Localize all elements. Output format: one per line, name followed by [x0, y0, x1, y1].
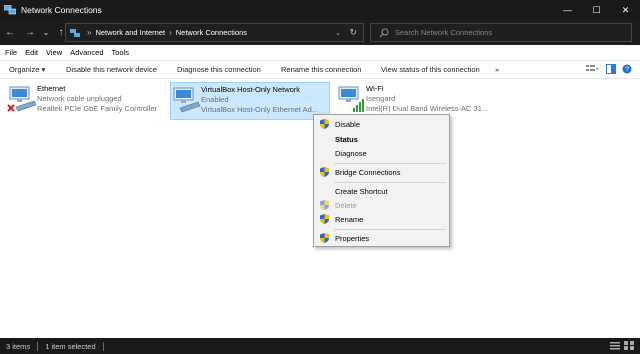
- context-menu-properties[interactable]: Properties: [314, 231, 449, 245]
- context-menu-diagnose[interactable]: Diagnose: [314, 146, 449, 160]
- breadcrumb-network-connections[interactable]: Network Connections: [176, 28, 247, 37]
- help-icon[interactable]: ?: [622, 64, 632, 76]
- view-status-button[interactable]: View status of this connection: [381, 65, 480, 74]
- breadcrumb-network-and-internet[interactable]: Network and Internet: [95, 28, 165, 37]
- connection-device: VirtualBox Host-Only Ethernet Ad...: [201, 105, 319, 114]
- preview-pane-icon[interactable]: [606, 64, 616, 76]
- context-menu-label: Properties: [335, 233, 370, 243]
- connection-status: Enabled: [201, 95, 229, 104]
- context-menu-separator: [334, 182, 446, 183]
- menu-bar: File Edit View Advanced Tools: [0, 45, 640, 60]
- address-bar-row: ← → ⌄ ↑ » Network and Internet › Network…: [0, 20, 640, 45]
- forward-button[interactable]: →: [23, 23, 37, 43]
- more-commands-button[interactable]: »: [495, 65, 499, 74]
- context-menu-delete: Delete: [314, 198, 449, 212]
- selection-count: 1 item selected: [45, 341, 96, 351]
- connection-item-ethernet[interactable]: Ethernet Network cable unplugged Realtek…: [7, 82, 165, 120]
- maximize-button[interactable]: ☐: [582, 0, 611, 20]
- title-bar: Network Connections — ☐ ✕: [0, 0, 640, 20]
- uac-shield-icon: [320, 214, 329, 224]
- context-menu-label: Status: [335, 134, 358, 144]
- menu-advanced[interactable]: Advanced: [66, 48, 107, 57]
- breadcrumb-overflow[interactable]: »: [87, 28, 91, 37]
- connection-status: Network cable unplugged: [37, 94, 122, 103]
- menu-view[interactable]: View: [42, 48, 66, 57]
- command-bar: Organize ▾ Disable this network device D…: [0, 60, 640, 79]
- context-menu-label: Delete: [335, 200, 357, 210]
- ethernet-adapter-icon: [171, 85, 201, 117]
- close-button[interactable]: ✕: [611, 0, 640, 20]
- connection-name: VirtualBox Host-Only Network: [201, 85, 301, 94]
- uac-shield-icon: [320, 119, 329, 129]
- disable-device-button[interactable]: Disable this network device: [66, 65, 157, 74]
- context-menu-label: Diagnose: [335, 148, 367, 158]
- context-menu-label: Disable: [335, 119, 361, 129]
- context-menu: Disable Status Diagnose Bridge Connectio…: [313, 114, 450, 247]
- back-button[interactable]: ←: [3, 23, 17, 43]
- context-menu-separator: [334, 163, 446, 164]
- context-menu-separator: [334, 229, 446, 230]
- uac-shield-icon: [320, 200, 329, 210]
- search-placeholder: Search Network Connections: [395, 28, 493, 37]
- connection-name: Ethernet: [37, 84, 66, 93]
- context-menu-rename[interactable]: Rename: [314, 212, 449, 226]
- item-count: 3 items: [6, 341, 31, 351]
- connection-item-virtualbox[interactable]: VirtualBox Host-Only Network Enabled Vir…: [170, 82, 330, 120]
- refresh-icon[interactable]: ↻: [349, 27, 357, 38]
- search-input[interactable]: Search Network Connections: [370, 23, 632, 42]
- connection-device: Intel(R) Dual Band Wireless-AC 31...: [366, 104, 489, 113]
- context-menu-status[interactable]: Status: [314, 132, 449, 146]
- menu-tools[interactable]: Tools: [108, 48, 134, 57]
- large-icons-view-icon[interactable]: [624, 341, 634, 352]
- search-icon: [379, 28, 389, 38]
- status-bar: 3 items 1 item selected: [0, 338, 640, 354]
- connection-device: Realtek PCIe GbE Family Controller: [37, 104, 158, 113]
- recent-locations-dropdown[interactable]: ⌄: [39, 23, 53, 43]
- diagnose-connection-button[interactable]: Diagnose this connection: [177, 65, 261, 74]
- details-view-icon[interactable]: [610, 341, 620, 352]
- context-menu-label: Create Shortcut: [335, 186, 388, 196]
- menu-file[interactable]: File: [0, 48, 21, 57]
- organize-button[interactable]: Organize ▾: [9, 65, 45, 74]
- location-icon: [70, 28, 81, 38]
- connection-name: Wi-Fi: [366, 84, 384, 93]
- menu-edit[interactable]: Edit: [21, 48, 42, 57]
- wifi-adapter-icon: [336, 84, 366, 116]
- address-box[interactable]: » Network and Internet › Network Connect…: [65, 23, 364, 42]
- context-menu-create-shortcut[interactable]: Create Shortcut: [314, 184, 449, 198]
- breadcrumb-separator[interactable]: ›: [169, 28, 172, 37]
- network-connections-icon: [3, 4, 17, 15]
- status-separator: [37, 341, 39, 351]
- context-menu-disable[interactable]: Disable: [314, 117, 449, 131]
- ethernet-disconnected-icon: [7, 84, 37, 116]
- address-dropdown[interactable]: ⌄: [335, 29, 341, 37]
- context-menu-label: Bridge Connections: [335, 167, 401, 177]
- rename-connection-button[interactable]: Rename this connection: [281, 65, 361, 74]
- context-menu-bridge-connections[interactable]: Bridge Connections: [314, 165, 449, 179]
- context-menu-label: Rename: [335, 214, 364, 224]
- connection-status: Isengard: [366, 94, 396, 103]
- status-separator: [102, 341, 104, 351]
- uac-shield-icon: [320, 167, 329, 177]
- window-title: Network Connections: [21, 5, 102, 15]
- uac-shield-icon: [320, 233, 329, 243]
- svg-text:?: ?: [625, 67, 629, 74]
- change-view-icon[interactable]: [586, 64, 600, 76]
- minimize-button[interactable]: —: [553, 0, 582, 20]
